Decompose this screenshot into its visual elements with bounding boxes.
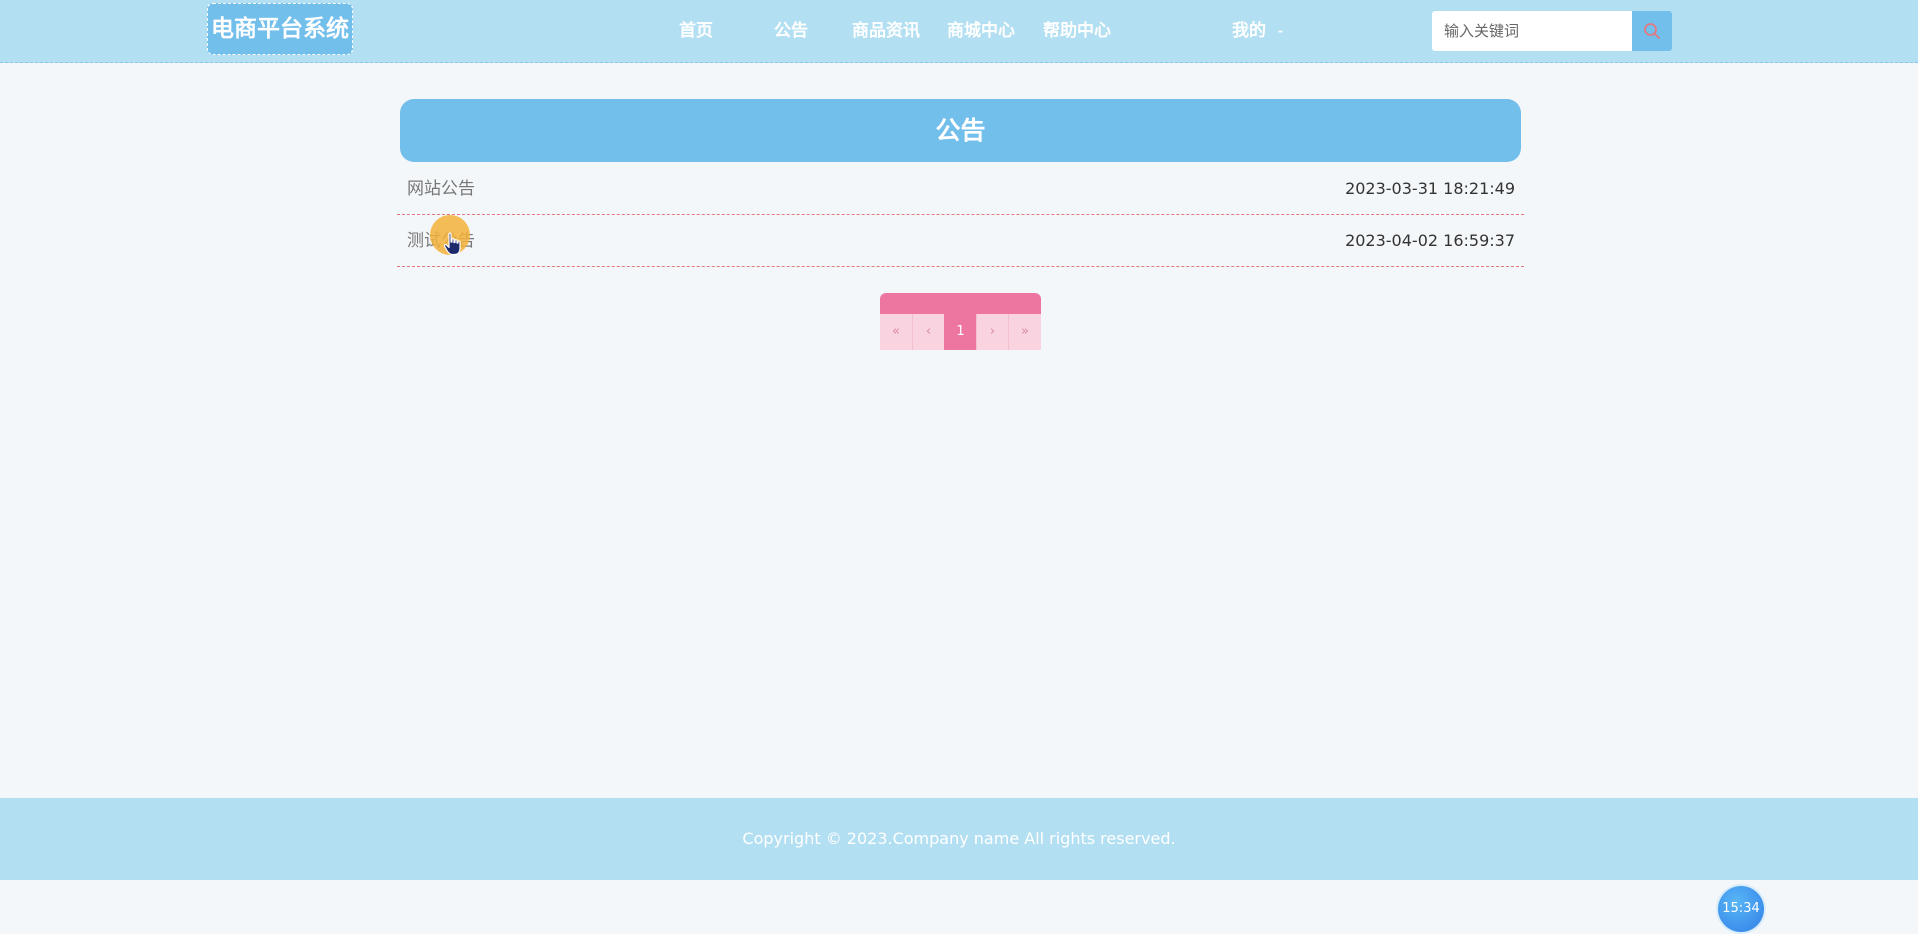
pagination-first-button[interactable]: « — [880, 314, 912, 350]
notice-row[interactable]: 测试公告 2023-04-02 16:59:37 — [397, 215, 1524, 267]
search-input[interactable] — [1432, 11, 1633, 51]
search-button[interactable] — [1632, 11, 1672, 51]
user-menu[interactable]: 我的 - — [1232, 0, 1283, 63]
notice-date: 2023-04-02 16:59:37 — [1345, 231, 1515, 250]
pagination-last-button[interactable]: » — [1008, 314, 1041, 350]
page-title: 公告 — [400, 99, 1521, 162]
pagination: « ‹ 1 › » — [880, 293, 1041, 350]
nav-product-news[interactable]: 商品资讯 — [849, 0, 923, 63]
search-icon — [1644, 23, 1660, 39]
pagination-next-button[interactable]: › — [976, 314, 1008, 350]
nav-announcements[interactable]: 公告 — [763, 0, 819, 63]
notice-date: 2023-03-31 18:21:49 — [1345, 179, 1515, 198]
nav-mall-center[interactable]: 商城中心 — [944, 0, 1018, 63]
notice-row[interactable]: 网站公告 2023-03-31 18:21:49 — [397, 163, 1524, 215]
clock-badge[interactable]: 15:34 — [1718, 886, 1764, 932]
pagination-prev-button[interactable]: ‹ — [912, 314, 944, 350]
user-menu-label: 我的 — [1232, 21, 1266, 41]
hand-cursor-icon — [443, 232, 461, 256]
site-logo[interactable]: 电商平台系统 — [207, 3, 353, 55]
nav-help-center[interactable]: 帮助中心 — [1040, 0, 1114, 63]
chevron-down-icon: - — [1278, 24, 1283, 38]
nav-home[interactable]: 首页 — [668, 0, 724, 63]
pagination-page-1[interactable]: 1 — [944, 314, 976, 350]
notice-title[interactable]: 网站公告 — [407, 163, 475, 215]
footer-copyright: Copyright © 2023.Company name All rights… — [0, 798, 1918, 880]
top-nav-bar: 电商平台系统 首页 公告 商品资讯 商城中心 帮助中心 我的 - — [0, 0, 1918, 63]
